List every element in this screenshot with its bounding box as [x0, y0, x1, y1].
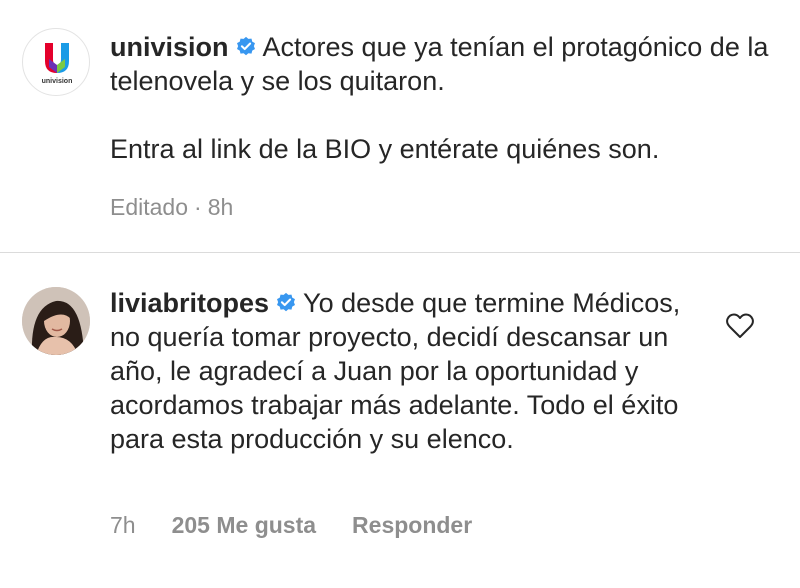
heart-outline-icon[interactable] — [726, 313, 754, 339]
univision-logo-icon: univision — [42, 43, 73, 85]
post-username[interactable]: univision — [110, 32, 229, 62]
reply-button[interactable]: Responder — [352, 512, 472, 539]
univision-avatar[interactable]: univision — [22, 28, 90, 96]
verified-badge-icon — [236, 36, 255, 56]
profile-photo-avatar — [22, 287, 90, 355]
post-caption: univision univision Actores que ya tenía… — [0, 0, 800, 252]
meta-separator: · — [194, 194, 202, 220]
comment-text-block: liviabritopes Yo desde que termine Médic… — [110, 286, 690, 456]
comment-username[interactable]: liviabritopes — [110, 288, 269, 318]
verified-badge-icon — [277, 292, 296, 312]
post-meta: Editado · 8h — [110, 194, 233, 221]
edited-label: Editado — [110, 194, 189, 220]
commenter-avatar[interactable] — [22, 287, 90, 355]
post-caption-text: univision Actores que ya tenían el prota… — [110, 30, 770, 166]
post-caption-line2: Entra al link de la BIO y entérate quién… — [110, 134, 660, 164]
comment-meta: 7h 205 Me gusta Responder — [110, 512, 472, 539]
divider — [0, 252, 800, 253]
comment-likes[interactable]: 205 Me gusta — [172, 512, 316, 539]
univision-wordmark: univision — [42, 78, 73, 85]
post-time[interactable]: 8h — [208, 194, 234, 220]
comment-time[interactable]: 7h — [110, 512, 136, 539]
